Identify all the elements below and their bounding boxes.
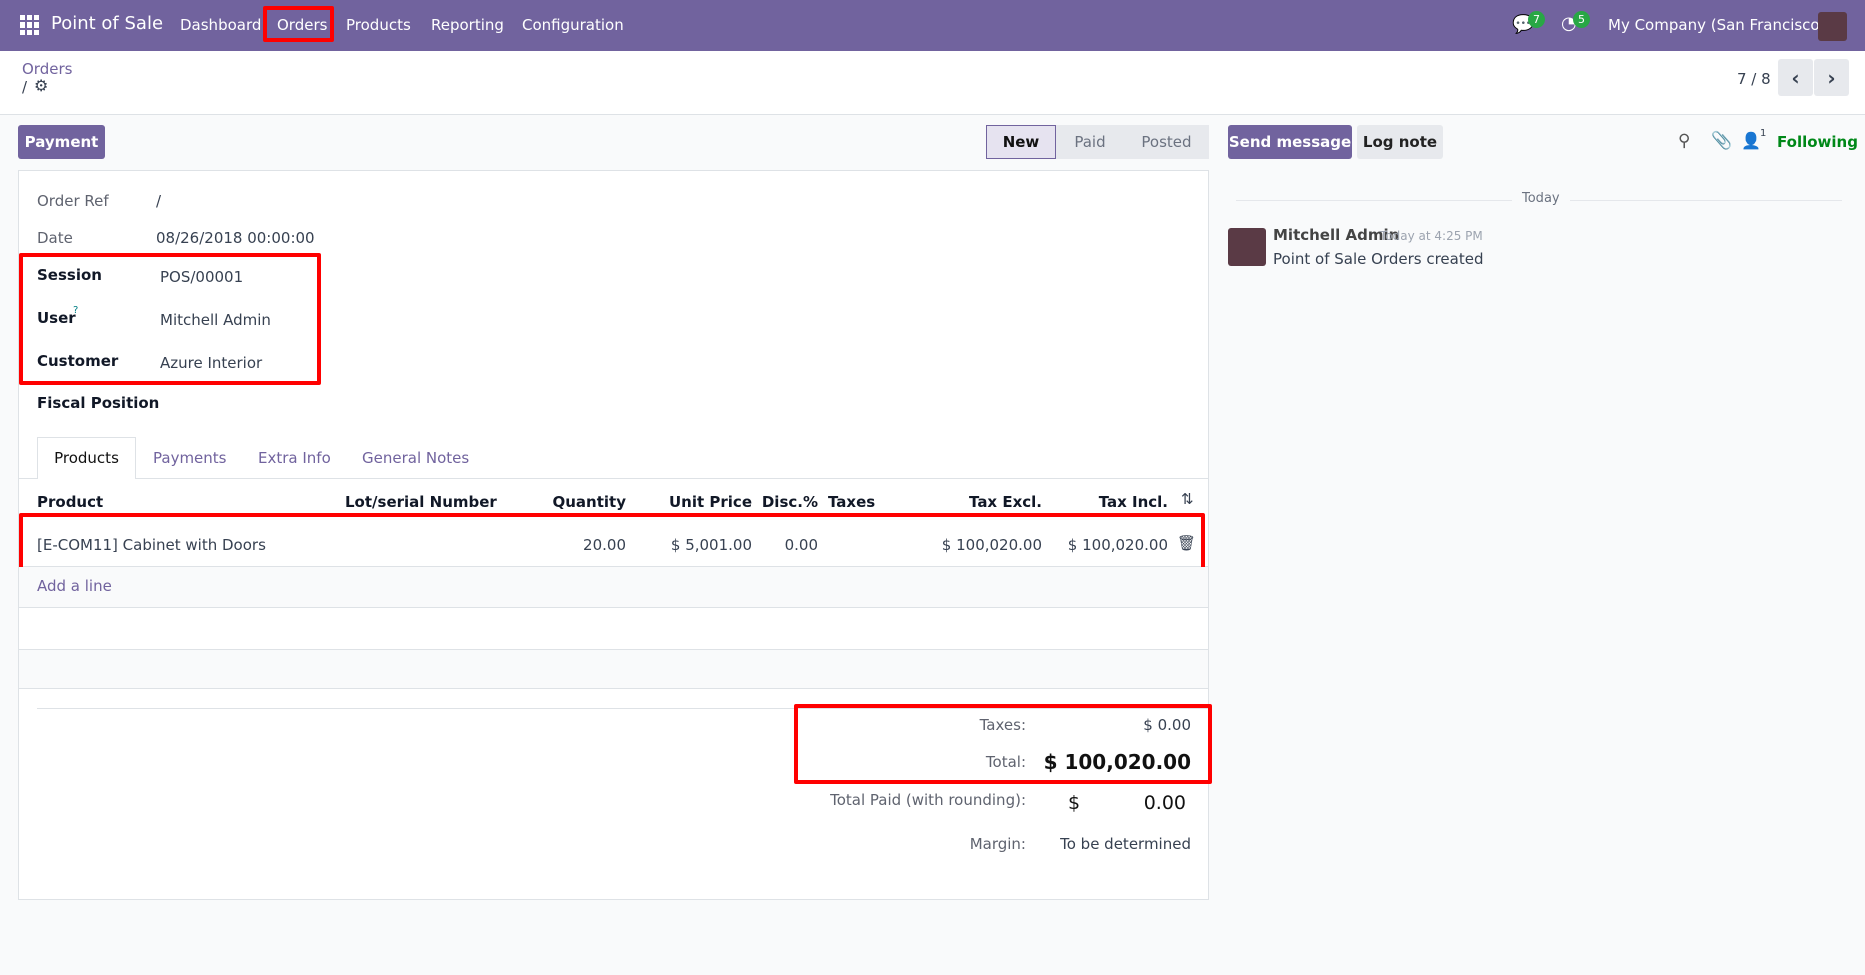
col-taxes[interactable]: Taxes [828, 493, 875, 511]
tab-extra-info[interactable]: Extra Info [258, 449, 331, 467]
control-panel: Orders / ⚙ 7 / 8 ‹ › [0, 51, 1865, 115]
message-time: Today at 4:25 PM [1380, 229, 1483, 243]
menu-products[interactable]: Products [346, 16, 411, 34]
highlight-order-line [19, 513, 1205, 572]
apps-grid-icon[interactable] [20, 15, 40, 35]
gear-icon[interactable]: ⚙ [34, 76, 48, 95]
col-discount[interactable]: Disc.% [762, 493, 818, 511]
add-line-row [19, 567, 1208, 607]
highlight-session-fields [19, 253, 321, 385]
log-note-button[interactable]: Log note [1357, 125, 1443, 159]
followers-count: 1 [1760, 128, 1767, 139]
activity-badge: 5 [1573, 11, 1590, 28]
add-line-link[interactable]: Add a line [37, 577, 112, 595]
search-icon[interactable]: ⚲ [1678, 131, 1690, 151]
attachment-paperclip-icon[interactable]: 📎 [1711, 131, 1732, 151]
order-ref-label: Order Ref [37, 192, 109, 210]
col-quantity[interactable]: Quantity [553, 493, 627, 511]
pager-prev-button[interactable]: ‹ [1778, 59, 1813, 96]
tab-products-label: Products [54, 449, 119, 467]
pager-value[interactable]: 7 / 8 [1737, 70, 1771, 88]
menu-dashboard[interactable]: Dashboard [180, 16, 261, 34]
payment-button[interactable]: Payment [18, 125, 105, 159]
tabs-divider [18, 478, 1209, 479]
menu-configuration[interactable]: Configuration [522, 16, 624, 34]
user-avatar[interactable] [1818, 12, 1847, 41]
date-separator: Today [1512, 191, 1570, 206]
highlight-orders-menu [263, 6, 334, 42]
menu-reporting[interactable]: Reporting [431, 16, 504, 34]
followers-icon[interactable]: 👤 [1741, 131, 1761, 150]
order-ref-value: / [156, 192, 162, 210]
app-name[interactable]: Point of Sale [51, 13, 163, 34]
messages-badge: 7 [1528, 11, 1545, 28]
message-avatar[interactable] [1228, 228, 1266, 266]
col-tax-excl[interactable]: Tax Excl. [969, 493, 1042, 511]
total-paid-label: Total Paid (with rounding): [830, 791, 1026, 809]
tab-payments[interactable]: Payments [153, 449, 226, 467]
row-divider [18, 607, 1209, 608]
fiscal-position-label: Fiscal Position [37, 394, 160, 412]
total-paid-value: 0.00 [1143, 792, 1186, 814]
col-product[interactable]: Product [37, 493, 103, 511]
company-switcher[interactable]: My Company (San Francisco) [1608, 16, 1825, 34]
total-paid-currency: $ [1068, 792, 1081, 814]
tab-general-notes[interactable]: General Notes [362, 449, 469, 467]
breadcrumb-current: / [22, 78, 28, 96]
status-posted[interactable]: Posted [1124, 125, 1209, 159]
margin-label: Margin: [969, 835, 1026, 853]
col-lot[interactable]: Lot/serial Number [345, 493, 497, 511]
col-tax-incl[interactable]: Tax Incl. [1099, 493, 1168, 511]
send-message-button[interactable]: Send message [1228, 125, 1352, 159]
highlight-totals [794, 704, 1212, 784]
column-settings-icon[interactable]: ⇅ [1181, 490, 1194, 508]
col-unit-price[interactable]: Unit Price [669, 493, 752, 511]
message-body: Point of Sale Orders created [1273, 250, 1484, 268]
date-label: Date [37, 229, 73, 247]
margin-value: To be determined [1060, 835, 1191, 853]
status-paid[interactable]: Paid [1056, 125, 1124, 159]
following-button[interactable]: Following [1777, 133, 1858, 151]
date-value[interactable]: 08/26/2018 00:00:00 [156, 229, 315, 247]
status-new[interactable]: New [986, 125, 1056, 159]
tab-products[interactable]: Products [37, 437, 136, 479]
empty-row [19, 649, 1208, 689]
pager-next-button[interactable]: › [1814, 59, 1849, 96]
